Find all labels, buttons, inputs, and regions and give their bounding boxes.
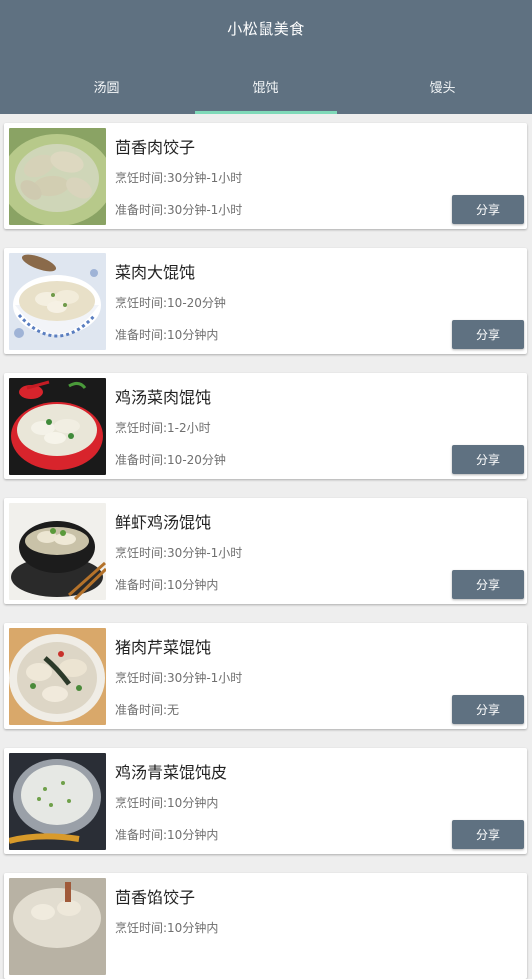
share-button[interactable]: 分享	[452, 820, 524, 849]
recipe-name: 菜肉大馄饨	[115, 263, 196, 282]
recipe-photo	[9, 878, 106, 975]
recipe-card[interactable]: 鲜虾鸡汤馄饨 烹饪时间:30分钟-1小时 准备时间:10分钟内 分享	[4, 498, 527, 604]
recipe-name: 茴香肉饺子	[115, 138, 196, 157]
recipe-name: 鲜虾鸡汤馄饨	[115, 513, 212, 532]
shrimp-wonton-image	[9, 503, 106, 600]
recipe-photo	[9, 753, 106, 850]
share-button[interactable]: 分享	[452, 320, 524, 349]
cook-time: 烹饪时间:10分钟内	[115, 921, 219, 935]
recipe-photo	[9, 128, 106, 225]
cook-time: 烹饪时间:30分钟-1小时	[115, 671, 243, 685]
share-button[interactable]: 分享	[452, 445, 524, 474]
recipe-card[interactable]: 鸡汤菜肉馄饨 烹饪时间:1-2小时 准备时间:10-20分钟 分享	[4, 373, 527, 479]
tab-huntun[interactable]: 馄饨	[177, 58, 354, 114]
tab-indicator	[195, 111, 337, 114]
app-title: 小松鼠美食	[227, 20, 305, 38]
chicken-soup-image	[9, 753, 106, 850]
share-button[interactable]: 分享	[452, 195, 524, 224]
cook-time: 烹饪时间:10分钟内	[115, 796, 219, 810]
prep-time: 准备时间:10分钟内	[115, 578, 219, 592]
cook-time: 烹饪时间:1-2小时	[115, 421, 211, 435]
recipe-name: 茴香馅饺子	[115, 888, 196, 907]
cook-time: 烹饪时间:30分钟-1小时	[115, 171, 243, 185]
share-button[interactable]: 分享	[452, 695, 524, 724]
cook-time: 烹饪时间:30分钟-1小时	[115, 546, 243, 560]
tab-bar: 汤圆 馄饨 馒头	[0, 58, 532, 114]
recipe-card[interactable]: 茴香肉饺子 烹饪时间:30分钟-1小时 准备时间:30分钟-1小时 分享	[4, 123, 527, 229]
recipe-photo	[9, 628, 106, 725]
wonton-bowl-image	[9, 253, 106, 350]
dumplings-plate-image	[9, 128, 106, 225]
recipe-photo	[9, 378, 106, 475]
tab-tangyuan[interactable]: 汤圆	[18, 58, 195, 114]
recipe-card[interactable]: 茴香馅饺子 烹饪时间:10分钟内	[4, 873, 527, 979]
share-button[interactable]: 分享	[452, 570, 524, 599]
prep-time: 准备时间:10-20分钟	[115, 453, 226, 467]
wonton-red-bowl-image	[9, 378, 106, 475]
recipe-name: 猪肉芹菜馄饨	[115, 638, 212, 657]
recipe-photo	[9, 253, 106, 350]
recipe-name: 鸡汤青菜馄饨皮	[115, 763, 228, 782]
recipe-card[interactable]: 菜肉大馄饨 烹饪时间:10-20分钟 准备时间:10分钟内 分享	[4, 248, 527, 354]
recipe-photo	[9, 503, 106, 600]
app-bar: 小松鼠美食 汤圆 馄饨 馒头	[0, 0, 532, 114]
prep-time: 准备时间:10分钟内	[115, 828, 219, 842]
cook-time: 烹饪时间:10-20分钟	[115, 296, 226, 310]
recipe-name: 鸡汤菜肉馄饨	[115, 388, 212, 407]
pork-celery-wonton-image	[9, 628, 106, 725]
prep-time: 准备时间:10分钟内	[115, 328, 219, 342]
fennel-dumplings-image	[9, 878, 106, 975]
prep-time: 准备时间:30分钟-1小时	[115, 203, 243, 217]
tab-mantou[interactable]: 馒头	[354, 58, 531, 114]
recipe-card[interactable]: 猪肉芹菜馄饨 烹饪时间:30分钟-1小时 准备时间:无 分享	[4, 623, 527, 729]
recipe-card[interactable]: 鸡汤青菜馄饨皮 烹饪时间:10分钟内 准备时间:10分钟内 分享	[4, 748, 527, 854]
prep-time: 准备时间:无	[115, 703, 180, 717]
